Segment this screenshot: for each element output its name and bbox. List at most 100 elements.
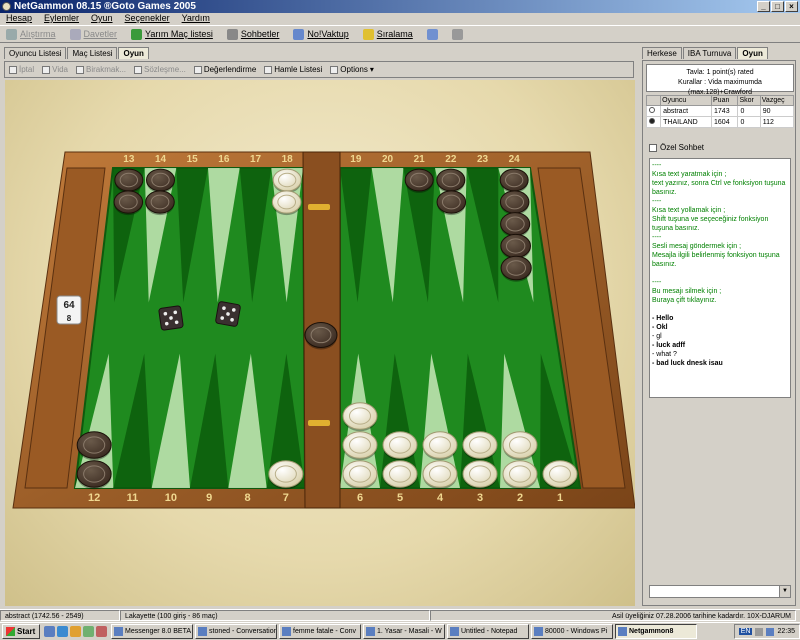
- minimize-button[interactable]: _: [757, 1, 770, 12]
- chevron-down-icon[interactable]: ▼: [779, 586, 790, 597]
- dark-checker[interactable]: [304, 322, 338, 350]
- menu-item-3[interactable]: Seçenekler: [125, 13, 170, 24]
- toolbar-button-3[interactable]: Sohbetler: [226, 28, 279, 40]
- dark-checker[interactable]: [76, 460, 112, 490]
- chat-input[interactable]: ▼: [649, 585, 791, 598]
- media-icon[interactable]: [70, 626, 81, 637]
- dark-checker[interactable]: [499, 168, 529, 193]
- dark-checker[interactable]: [500, 212, 531, 238]
- dark-checker[interactable]: [146, 168, 175, 193]
- game-button-0[interactable]: İptal: [9, 65, 34, 74]
- toolbar-button-0[interactable]: Alıştırma: [6, 28, 56, 40]
- player-color-cell: [645, 116, 662, 128]
- light-checker[interactable]: [502, 460, 538, 490]
- task-button-4[interactable]: Untitled - Notepad: [447, 624, 529, 639]
- die[interactable]: [215, 301, 241, 327]
- game-button-3[interactable]: Sözleşme...: [134, 65, 186, 74]
- close-button[interactable]: ×: [785, 1, 798, 12]
- toolbar-button-6[interactable]: [426, 28, 438, 40]
- doubling-cube[interactable]: 648: [56, 295, 82, 325]
- light-checker[interactable]: [342, 431, 378, 461]
- light-checker[interactable]: [272, 168, 302, 193]
- desktop-icon[interactable]: [44, 626, 55, 637]
- game-button-5[interactable]: Hamle Listesi: [264, 65, 322, 74]
- player-name: abstract: [660, 105, 713, 117]
- light-checker[interactable]: [502, 431, 538, 461]
- table-row[interactable]: THAILAND 1604 0 112: [645, 116, 795, 128]
- game-button-icon: [193, 65, 202, 74]
- point-number: 10: [165, 492, 177, 504]
- dark-checker[interactable]: [113, 190, 144, 216]
- task-button-2[interactable]: femme fatale - Conv: [279, 624, 361, 639]
- start-button[interactable]: Start: [2, 624, 40, 639]
- light-checker[interactable]: [462, 460, 498, 490]
- left-tab-1[interactable]: Maç Listesi: [67, 47, 118, 59]
- game-button-label: Options: [340, 65, 368, 74]
- game-button-1[interactable]: Vida: [42, 65, 68, 74]
- light-checker[interactable]: [422, 431, 458, 461]
- game-button-2[interactable]: Birakmak...: [76, 65, 126, 74]
- menu-item-2[interactable]: Oyun: [91, 13, 113, 24]
- point-number: 11: [127, 492, 139, 504]
- checkbox-box[interactable]: [649, 143, 657, 152]
- backgammon-board[interactable]: 13 14 15 16 17 18 19 20 21 22 23 2412 11 10 9 8 7 6 5 4 3 2 16…: [5, 80, 635, 606]
- light-checker[interactable]: [342, 402, 378, 432]
- task-button-5[interactable]: 80000 - Windows Pi: [531, 624, 613, 639]
- chat-spacer: [652, 269, 788, 278]
- mail-icon[interactable]: [83, 626, 94, 637]
- dark-checker[interactable]: [499, 190, 530, 216]
- browser-icon[interactable]: [57, 626, 68, 637]
- match-info: Tavla: 1 point(s) rated Kurallar : Vida …: [646, 64, 794, 96]
- task-label: 1. Yasar - Masali - W: [377, 628, 442, 635]
- task-button-3[interactable]: 1. Yasar - Masali - W: [363, 624, 445, 639]
- light-checker[interactable]: [382, 460, 418, 490]
- hinge-icon: [308, 420, 330, 426]
- network-icon[interactable]: [766, 627, 775, 636]
- light-checker[interactable]: [422, 460, 458, 490]
- light-checker[interactable]: [268, 460, 304, 490]
- dark-checker[interactable]: [404, 168, 434, 193]
- left-tab-0[interactable]: Oyuncu Listesi: [4, 47, 67, 59]
- light-checker[interactable]: [382, 431, 418, 461]
- menu-item-0[interactable]: Hesap: [6, 13, 32, 24]
- light-checker[interactable]: [342, 460, 378, 490]
- dark-checker[interactable]: [436, 190, 467, 216]
- dark-checker[interactable]: [436, 168, 466, 193]
- chat-line: Shift tuşuna ve seçeceğiniz fonksiyon tu…: [652, 216, 769, 232]
- point-number: 15: [187, 154, 199, 165]
- right-tab-0[interactable]: Herkese: [642, 47, 682, 59]
- dark-checker[interactable]: [500, 255, 532, 282]
- toolbar-button-2[interactable]: Yarım Maç listesi: [131, 28, 213, 40]
- player-pips: 90: [759, 105, 795, 117]
- light-checker[interactable]: [271, 190, 302, 216]
- left-tab-2[interactable]: Oyun: [118, 47, 149, 59]
- toolbar-button-5[interactable]: Sıralama: [362, 28, 413, 40]
- language-indicator[interactable]: EN: [738, 628, 753, 635]
- task-button-6[interactable]: Netgammon8: [615, 624, 697, 639]
- game-button-6[interactable]: Options ▾: [330, 65, 374, 74]
- table-row[interactable]: abstract 1743 0 90: [645, 105, 795, 117]
- private-chat-checkbox[interactable]: Özel Sohbet: [649, 143, 704, 152]
- dark-checker[interactable]: [114, 168, 144, 193]
- light-checker[interactable]: [462, 431, 498, 461]
- toolbar-button-1[interactable]: Davetler: [69, 28, 117, 40]
- menu-item-1[interactable]: Eylemler: [44, 13, 79, 24]
- light-checker[interactable]: [542, 460, 578, 490]
- toolbar-button-7[interactable]: [451, 28, 463, 40]
- die[interactable]: [158, 305, 184, 331]
- chat-log[interactable]: ---- Kısa text yaratmak için ; text yazını…: [649, 158, 791, 398]
- menu-item-4[interactable]: Yardım: [182, 13, 210, 24]
- chat-spacer: [652, 305, 788, 314]
- right-tab-2[interactable]: Oyun: [737, 47, 768, 59]
- app-shortcut-icon[interactable]: [96, 626, 107, 637]
- task-button-0[interactable]: Messenger 8.0 BETA: [111, 624, 193, 639]
- dark-checker[interactable]: [76, 431, 112, 461]
- toolbar-button-4[interactable]: No!Vaktup: [293, 28, 349, 40]
- game-button-4[interactable]: Değerlendirme: [193, 65, 256, 74]
- dark-checker[interactable]: [145, 190, 175, 216]
- chat-line: ----: [652, 234, 662, 241]
- maximize-button[interactable]: □: [771, 1, 784, 12]
- volume-icon[interactable]: [755, 627, 764, 636]
- right-tab-1[interactable]: IBA Turnuva: [682, 47, 737, 59]
- task-button-1[interactable]: stoned - Conversation: [195, 624, 277, 639]
